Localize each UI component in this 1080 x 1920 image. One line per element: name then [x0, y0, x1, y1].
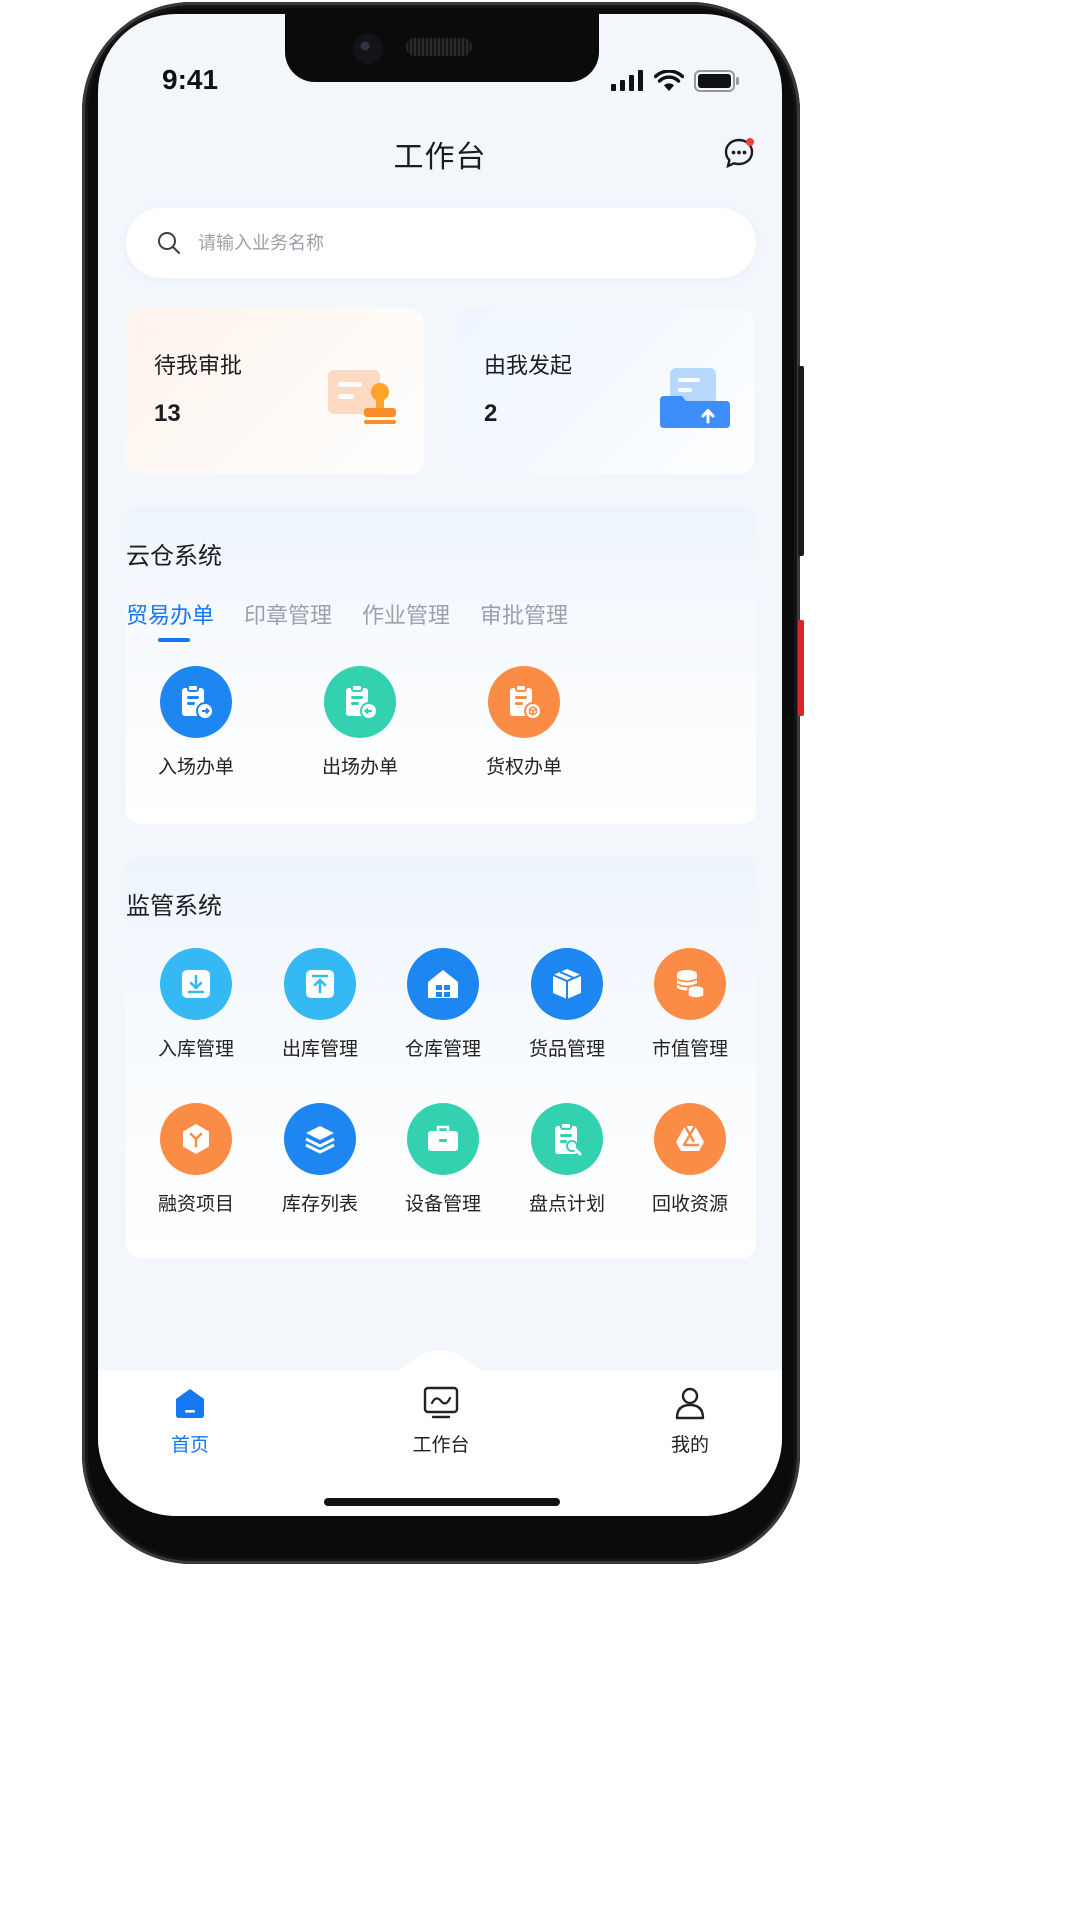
equipment-management-item[interactable]: 设备管理: [388, 1103, 498, 1216]
item-label: 入库管理: [157, 1038, 234, 1060]
wifi-icon: [654, 70, 684, 91]
stamp-approval-icon: [328, 370, 396, 424]
message-button[interactable]: [722, 136, 756, 170]
cloud-warehouse-title: 云仓系统: [126, 542, 222, 570]
item-label: 入场办单: [157, 756, 234, 778]
side-button: [798, 366, 804, 556]
home-icon: [176, 1389, 204, 1418]
user-icon: [675, 1387, 705, 1420]
clipboard-in-icon: [160, 666, 232, 738]
item-label: 市值管理: [651, 1038, 728, 1060]
tab-trade-orders[interactable]: 贸易办单: [126, 598, 214, 642]
side-button-accent: [798, 620, 804, 716]
folder-upload-icon: [660, 368, 730, 428]
clipboard-cargo-icon: [488, 666, 560, 738]
search-bar[interactable]: [126, 208, 756, 278]
coins-icon: [654, 948, 726, 1020]
warehouse-icon: [407, 948, 479, 1020]
inventory-check-icon: [531, 1103, 603, 1175]
recycle-icon: [654, 1103, 726, 1175]
battery-icon: [694, 70, 739, 92]
exit-order-item[interactable]: 出场办单: [305, 666, 415, 779]
notch: [285, 14, 599, 82]
initiated-by-me-card[interactable]: 由我发起 2: [456, 308, 754, 474]
front-camera: [353, 34, 383, 64]
finance-cube-icon: [160, 1103, 232, 1175]
card-title: 待我审批: [154, 354, 243, 379]
tab-label: 首页: [170, 1434, 209, 1456]
goods-management-item[interactable]: 货品管理: [512, 948, 622, 1061]
financing-project-item[interactable]: 融资项目: [141, 1103, 251, 1216]
card-count: 13: [154, 400, 181, 427]
market-value-management-item[interactable]: 市值管理: [635, 948, 745, 1061]
item-label: 设备管理: [404, 1193, 481, 1215]
warehouse-management-item[interactable]: 仓库管理: [388, 948, 498, 1061]
workbench-icon: [423, 1386, 459, 1419]
item-label: 盘点计划: [528, 1193, 605, 1215]
item-label: 货权办单: [485, 756, 562, 778]
outbound-management-item[interactable]: 出库管理: [265, 948, 375, 1061]
package-icon: [531, 948, 603, 1020]
chat-bubble-icon: [724, 138, 754, 169]
card-count: 2: [484, 400, 498, 427]
status-time: 9:41: [162, 64, 219, 95]
supervision-title: 监管系统: [126, 892, 222, 920]
cloud-warehouse-tabs: 贸易办单 印章管理 作业管理 审批管理: [126, 598, 568, 642]
item-label: 出场办单: [321, 756, 398, 778]
item-label: 出库管理: [281, 1038, 358, 1060]
item-label: 库存列表: [281, 1193, 358, 1215]
page-title: 工作台: [393, 140, 487, 175]
tab-operation-management[interactable]: 作业管理: [362, 598, 450, 630]
entry-order-item[interactable]: 入场办单: [141, 666, 251, 779]
layers-icon: [284, 1103, 356, 1175]
item-label: 融资项目: [157, 1193, 234, 1215]
tab-mine[interactable]: 我的: [630, 1386, 750, 1457]
status-icons: [610, 70, 740, 92]
search-icon: [158, 232, 180, 254]
tab-workbench[interactable]: 工作台: [381, 1386, 501, 1457]
inbound-icon: [160, 948, 232, 1020]
recycle-resources-item[interactable]: 回收资源: [635, 1103, 745, 1216]
tab-approval-management[interactable]: 审批管理: [480, 598, 568, 630]
inbound-management-item[interactable]: 入库管理: [141, 948, 251, 1061]
outbound-icon: [284, 948, 356, 1020]
phone-screen: 9:41 工作台 请输入业务名称 待我审批 13 由我发起 2 云仓系统 贸易办…: [98, 14, 782, 1516]
home-indicator[interactable]: [324, 1498, 560, 1506]
tab-home[interactable]: 首页: [130, 1386, 250, 1457]
earpiece-speaker: [406, 38, 472, 56]
search-input[interactable]: [196, 231, 720, 255]
cellular-signal-icon: [611, 70, 643, 91]
item-label: 仓库管理: [404, 1038, 481, 1060]
pending-approval-card[interactable]: 待我审批 13: [126, 308, 424, 474]
inventory-plan-item[interactable]: 盘点计划: [512, 1103, 622, 1216]
tab-label: 工作台: [412, 1434, 470, 1456]
tab-seal-management[interactable]: 印章管理: [244, 598, 332, 630]
toolbox-icon: [407, 1103, 479, 1175]
tab-label: 我的: [670, 1434, 709, 1456]
clipboard-out-icon: [324, 666, 396, 738]
item-label: 回收资源: [651, 1193, 728, 1215]
item-label: 货品管理: [528, 1038, 605, 1060]
notification-dot: [746, 138, 754, 146]
inventory-list-item[interactable]: 库存列表: [265, 1103, 375, 1216]
card-title: 由我发起: [484, 354, 573, 379]
cargo-rights-order-item[interactable]: 货权办单: [469, 666, 579, 779]
